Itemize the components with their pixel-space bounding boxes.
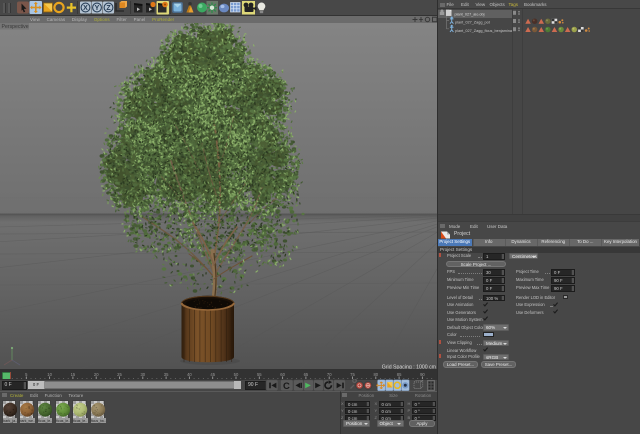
svg-text:X: X [83,5,88,12]
svg-text:60: 60 [280,372,285,377]
svg-text:45: 45 [210,372,215,377]
svg-text:15: 15 [71,372,76,377]
svg-text:85: 85 [397,372,402,377]
svg-text:ficus_le..: ficus_le.. [73,419,87,423]
svg-text:plant_027_Zagg_ficus_benjamina: plant_027_Zagg_ficus_benjamina [455,29,513,33]
svg-text:50: 50 [234,372,239,377]
svg-text:ficus_le..: ficus_le.. [38,419,52,423]
svg-text:30: 30 [140,372,145,377]
svg-text:plant_027_Zagg_pot: plant_027_Zagg_pot [455,21,491,25]
svg-text:75: 75 [350,372,355,377]
svg-text:plant_027_aio.obj: plant_027_aio.obj [455,12,485,16]
svg-text:Perspective: Perspective [2,24,29,30]
svg-text:bark_we..: bark_we.. [20,419,35,423]
svg-text:Z: Z [106,5,111,12]
svg-text:5: 5 [25,372,28,377]
svg-text:65: 65 [304,372,309,377]
svg-text:25: 25 [117,372,122,377]
svg-text:Y: Y [95,5,100,12]
svg-text:90: 90 [420,372,425,377]
svg-text:10: 10 [47,372,52,377]
svg-text:55: 55 [257,372,262,377]
svg-text:ficus_le..: ficus_le.. [56,419,70,423]
svg-text:20: 20 [94,372,99,377]
svg-text:ficus_tw..: ficus_tw.. [91,419,106,423]
svg-text:bark_ja..: bark_ja.. [3,419,17,423]
svg-text:70: 70 [327,372,332,377]
svg-text:40: 40 [187,372,192,377]
svg-text:80: 80 [373,372,378,377]
svg-text:35: 35 [164,372,169,377]
